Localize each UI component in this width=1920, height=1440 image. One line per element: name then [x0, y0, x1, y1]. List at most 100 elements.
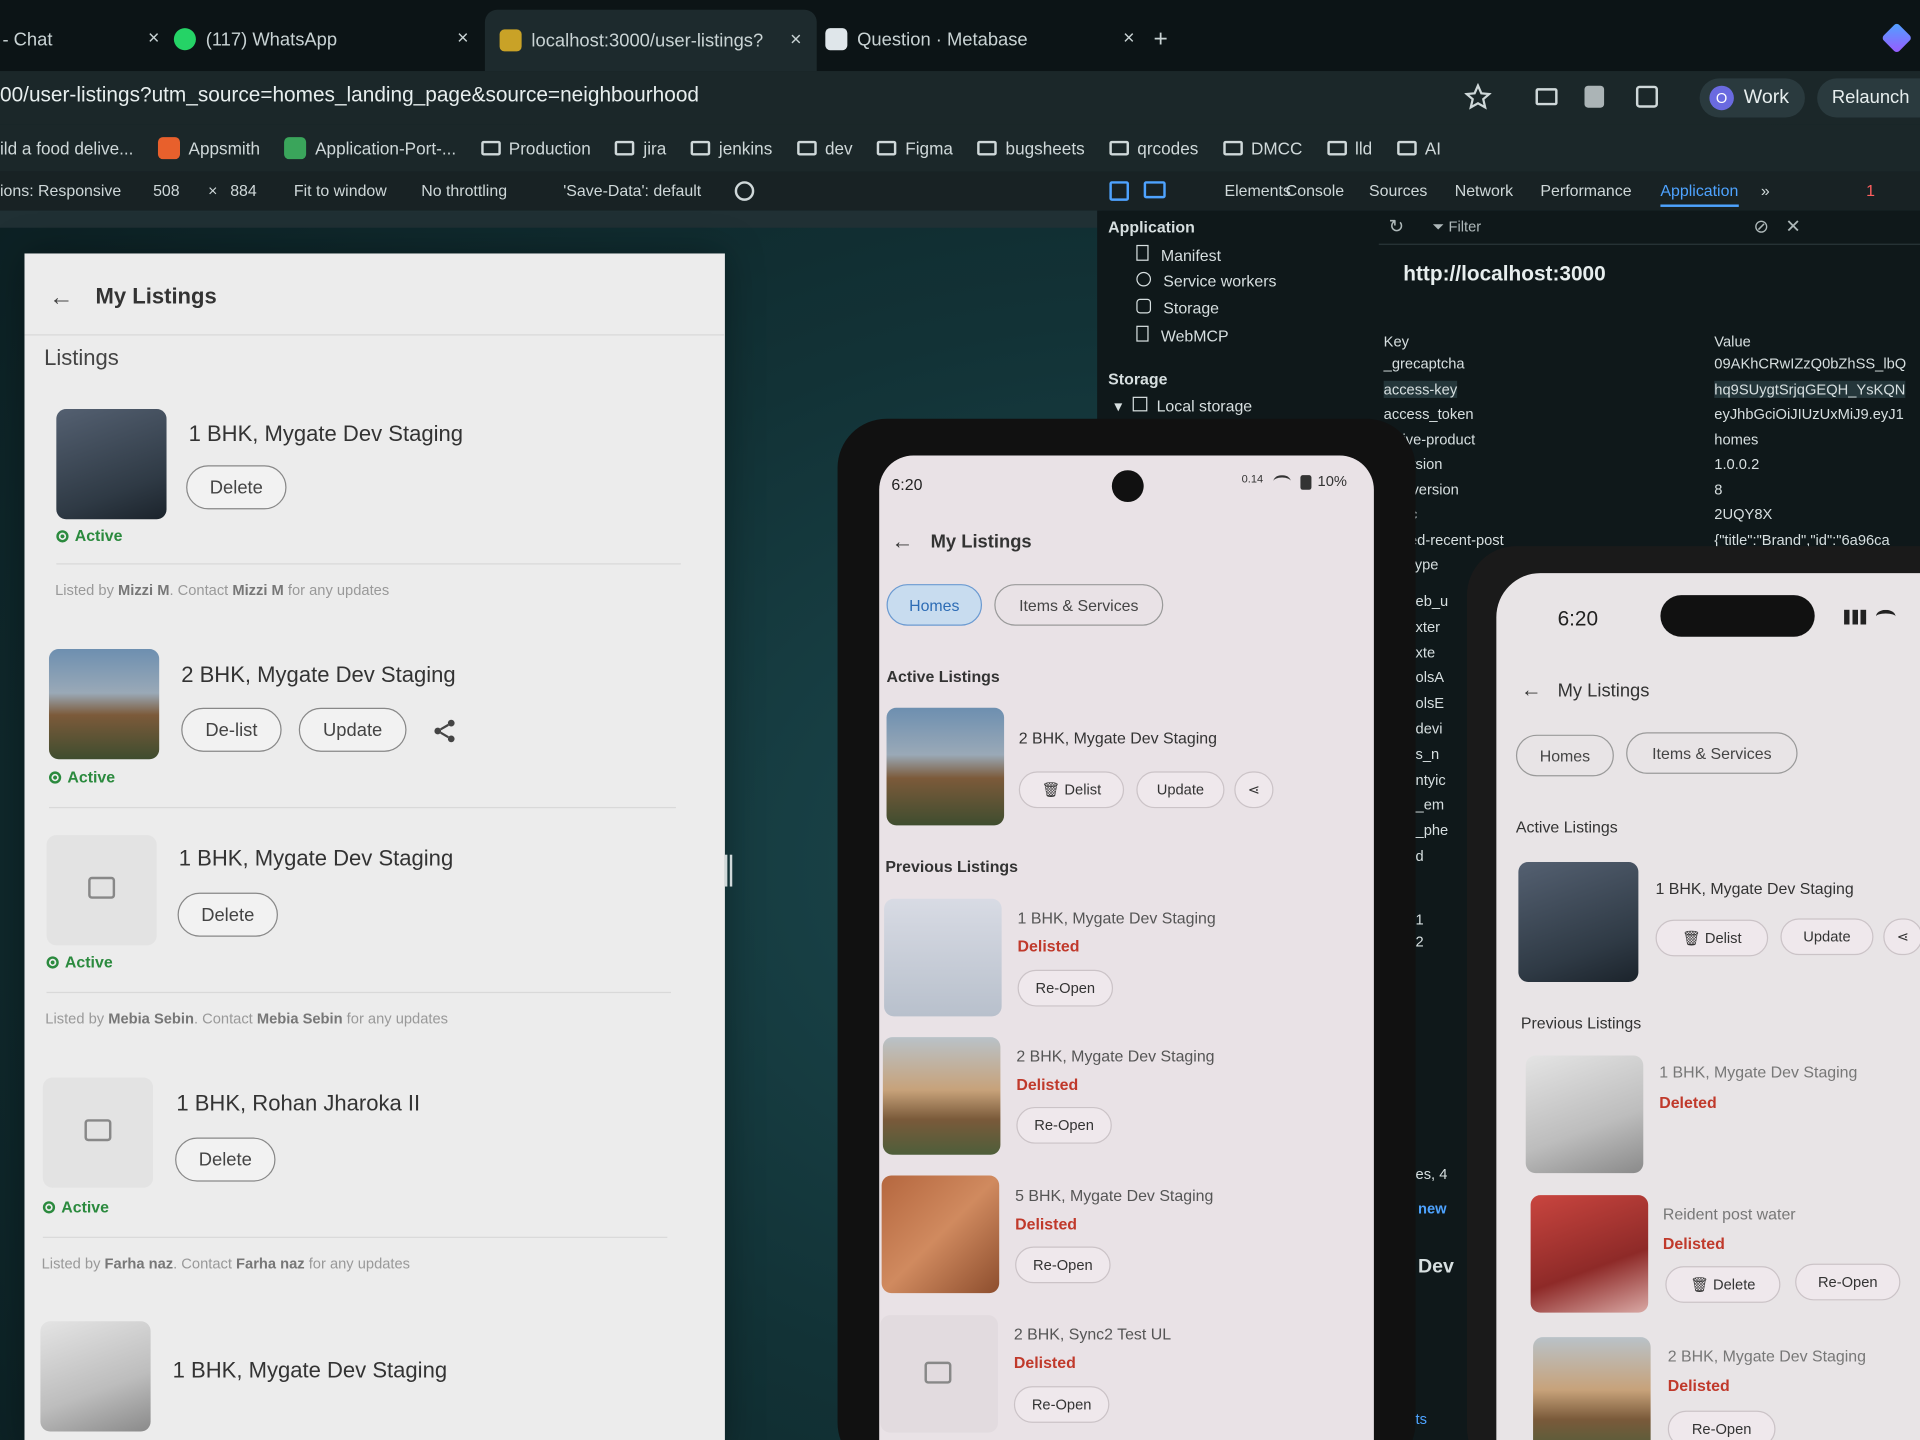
back-arrow-icon[interactable]: ← [891, 529, 913, 555]
listing-photo[interactable] [1525, 1055, 1644, 1174]
extension-icon[interactable] [1584, 85, 1605, 108]
storage-value[interactable]: 1.0.0.2 [1714, 456, 1759, 473]
rotate-icon[interactable] [734, 181, 755, 201]
listing-photo[interactable] [1530, 1195, 1649, 1313]
dimensions-select[interactable]: ions: Responsive [0, 181, 121, 199]
tab-homes[interactable]: Homes [1515, 734, 1614, 777]
resize-handle[interactable] [724, 854, 733, 887]
listing-title[interactable]: 1 BHK, Rohan Jharoka II [176, 1091, 420, 1117]
listing-photo-placeholder[interactable] [880, 1315, 998, 1433]
tab-elements[interactable]: Elements [1225, 181, 1291, 199]
inspect-icon[interactable] [1109, 181, 1129, 201]
storage-key-partial[interactable]: eb_u [1416, 593, 1449, 610]
device-mode-icon[interactable] [1143, 181, 1166, 199]
bookmark-folder[interactable]: bugsheets [977, 138, 1085, 158]
listing-photo[interactable] [884, 898, 1002, 1017]
share-icon[interactable]: ⋖ [1234, 771, 1274, 809]
url-input[interactable]: 00/user-listings?utm_source=homes_landin… [0, 83, 699, 107]
storage-key-partial[interactable]: ntyic [1416, 771, 1446, 788]
tab-whatsapp[interactable]: (117) WhatsApp × [173, 15, 469, 64]
storage-value[interactable]: 09AKhCRwIZzQ0bZhSS_lbQ [1714, 355, 1906, 372]
storage-key-partial[interactable]: s_n [1416, 745, 1440, 762]
close-icon[interactable]: × [1123, 28, 1134, 50]
listing-photo[interactable] [40, 1321, 151, 1432]
storage-key[interactable]: access-key [1383, 380, 1458, 398]
close-icon[interactable]: × [148, 28, 159, 50]
listing-photo-placeholder[interactable] [46, 835, 157, 946]
storage-key-partial[interactable]: devi [1416, 720, 1443, 737]
more-tabs-icon[interactable]: » [1761, 181, 1770, 199]
width-input[interactable]: 508 [153, 181, 180, 199]
listing-title[interactable]: 1 BHK, Mygate Dev Staging [173, 1358, 447, 1384]
listing-photo[interactable] [56, 408, 167, 520]
listing-title[interactable]: Reident post water [1663, 1205, 1796, 1223]
delete-button[interactable]: Delete [175, 1137, 276, 1182]
storage-value[interactable]: eyJhbGciOiJIUzUxMiJ9.eyJ1 [1714, 405, 1903, 422]
listing-title[interactable]: 5 BHK, Mygate Dev Staging [1015, 1187, 1213, 1205]
share-icon[interactable]: ⋖ [1883, 918, 1920, 956]
listing-photo[interactable] [1533, 1337, 1651, 1440]
tab-metabase[interactable]: Question · Metabase × [825, 15, 1135, 64]
bookmark-folder[interactable]: jira [615, 138, 666, 158]
clear-all-icon[interactable]: ⊘ [1753, 216, 1768, 238]
storage-key-partial[interactable]: d [1416, 847, 1424, 864]
tab-chat[interactable]: - Chat × [2, 15, 159, 64]
bookmark-folder[interactable]: jenkins [690, 138, 772, 158]
save-data-select[interactable]: 'Save-Data': default [563, 181, 701, 199]
relaunch-button[interactable]: Relaunch [1817, 78, 1920, 118]
close-icon[interactable]: × [790, 29, 801, 51]
update-button[interactable]: Update [298, 707, 407, 752]
storage-key-partial[interactable]: olsA [1416, 669, 1445, 686]
delist-button[interactable]: De-list [181, 707, 282, 752]
reopen-button[interactable]: Re-Open [1017, 969, 1114, 1007]
listing-title[interactable]: 1 BHK, Mygate Dev Staging [179, 846, 453, 872]
tab-application[interactable]: Application [1660, 181, 1739, 207]
bookmark-folder[interactable]: DMCC [1222, 138, 1302, 158]
delete-button[interactable]: Delete [186, 465, 287, 510]
error-count-badge[interactable]: 1 [1866, 181, 1875, 199]
tab-homes[interactable]: Homes [886, 584, 983, 626]
storage-key-partial[interactable]: _phe [1416, 822, 1449, 839]
listing-photo[interactable] [48, 648, 160, 760]
close-icon[interactable]: × [457, 28, 468, 50]
tab-items-services[interactable]: Items & Services [994, 584, 1164, 626]
listing-title[interactable]: 2 BHK, Mygate Dev Staging [1019, 729, 1217, 747]
tab-sources[interactable]: Sources [1369, 181, 1427, 199]
sidebar-item-service-workers[interactable]: Service workers [1136, 271, 1277, 290]
delete-button[interactable]: Delete [177, 892, 278, 937]
update-button[interactable]: Update [1780, 918, 1874, 956]
bookmark-appsmith[interactable]: Appsmith [157, 137, 260, 160]
reopen-button[interactable]: Re-Open [1795, 1263, 1901, 1301]
gemini-icon[interactable] [1881, 22, 1913, 54]
zoom-select[interactable]: Fit to window [294, 181, 387, 199]
listing-title[interactable]: 1 BHK, Mygate Dev Staging [1656, 879, 1854, 897]
storage-key-partial[interactable]: olsE [1416, 695, 1445, 712]
height-input[interactable]: 884 [230, 181, 257, 199]
share-icon[interactable] [431, 718, 458, 745]
storage-key-partial[interactable]: _em [1416, 796, 1445, 813]
close-icon[interactable]: ✕ [1785, 216, 1800, 238]
listing-photo[interactable] [882, 1037, 1001, 1155]
storage-value[interactable]: 8 [1714, 481, 1722, 498]
tab-network[interactable]: Network [1455, 181, 1513, 199]
delete-button[interactable]: 🗑 Delete [1665, 1266, 1781, 1303]
bookmark-folder[interactable]: AI [1396, 138, 1441, 158]
tab-items-services[interactable]: Items & Services [1626, 732, 1798, 774]
storage-value[interactable]: homes [1714, 430, 1758, 447]
storage-key-partial[interactable]: xte [1416, 644, 1436, 661]
bookmark-folder[interactable]: Production [480, 138, 591, 158]
listing-title[interactable]: 2 BHK, Sync2 Test UL [1014, 1325, 1171, 1343]
sidebar-item-webmcp[interactable]: WebMCP [1136, 325, 1229, 345]
sidebar-item-storage[interactable]: Storage [1136, 298, 1219, 317]
listing-photo[interactable] [881, 1175, 1000, 1294]
reopen-button[interactable]: Re-Open [1013, 1386, 1110, 1423]
bookmark-item[interactable]: ild a food delive... [0, 138, 133, 158]
delist-button[interactable]: 🗑 Delist [1655, 919, 1769, 957]
listing-title[interactable]: 1 BHK, Mygate Dev Staging [1659, 1063, 1857, 1081]
listing-title[interactable]: 2 BHK, Mygate Dev Staging [181, 662, 455, 688]
refresh-icon[interactable]: ↻ [1389, 216, 1404, 238]
reopen-button[interactable]: Re-Open [1015, 1246, 1111, 1284]
listing-photo[interactable] [886, 707, 1005, 826]
bookmark-folder[interactable]: qrcodes [1109, 138, 1198, 158]
bookmark-folder[interactable]: Figma [877, 138, 953, 158]
